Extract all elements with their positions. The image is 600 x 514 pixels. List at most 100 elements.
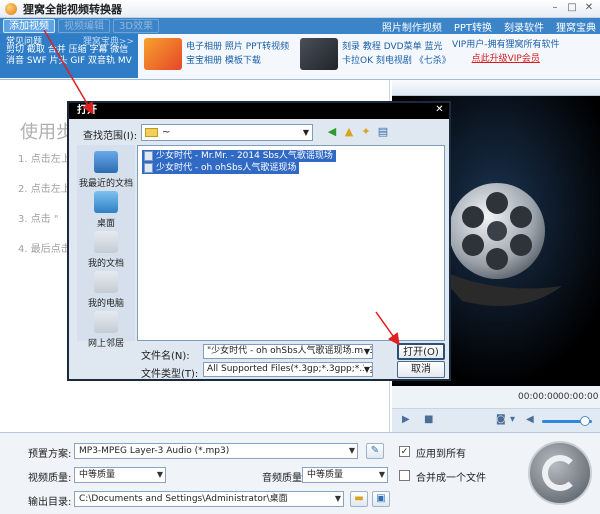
cancel-button[interactable]: 取消 — [397, 361, 445, 378]
chevron-down-icon: ▼ — [334, 494, 341, 503]
apply-all-checkbox[interactable]: ✓ — [399, 446, 410, 457]
place-network[interactable]: 网上邻居 — [77, 311, 135, 349]
recent-docs-icon — [94, 151, 118, 173]
step-3: 3. 点击 " — [18, 214, 59, 225]
chevron-down-icon: ▼ — [363, 345, 370, 358]
chevron-down-icon: ▼ — [378, 470, 385, 479]
filename-input[interactable]: "少女时代 - oh ohSbs人气歌谣现场.mp3" ▼ — [203, 344, 373, 359]
output-dir-value: C:\Documents and Settings\Administrator\… — [79, 494, 288, 504]
network-icon — [94, 311, 118, 333]
folder-icon — [145, 128, 158, 137]
merge-checkbox[interactable] — [399, 470, 410, 481]
promo-album[interactable]: 电子相册 照片 PPT转视频 宝宝相册 模板下载 — [144, 38, 289, 70]
title-bar: 狸窝全能视频转换器 – □ ✕ — [0, 0, 600, 18]
place-my-docs[interactable]: 我的文档 — [77, 231, 135, 269]
usage-title: 使用步 — [20, 122, 74, 143]
file-item-label: 少女时代 - oh ohSbs人气歌谣现场 — [156, 163, 297, 173]
preset-value: MP3-MPEG Layer-3 Audio (*.mp3) — [79, 446, 230, 456]
burn-software-link[interactable]: 刻录软件 — [504, 19, 544, 34]
add-video-button[interactable]: 添加视频 — [3, 19, 55, 33]
preset-label: 预置方案: — [28, 449, 72, 460]
chevron-down-icon: ▼ — [363, 363, 370, 376]
camera-icon[interactable]: ◙ — [496, 414, 506, 425]
apply-all-label: 应用到所有 — [416, 449, 466, 460]
filetype-select[interactable]: All Supported Files(*.3gp;*.3gpp;*.3g ▼ — [203, 362, 373, 377]
chevron-down-icon: ▼ — [348, 446, 355, 455]
window-controls: – □ ✕ — [548, 2, 596, 15]
file-list[interactable]: 少女时代 - Mr.Mr. - 2014 Sbs人气歌谣现场 少女时代 - oh… — [137, 145, 445, 341]
ad-banner: 常见问题 狸窝宝典>> 剪切 截取 合并 压缩 字幕 微信 消音 SWF 片头 … — [0, 34, 600, 80]
time-end: 00:00:00 — [558, 392, 599, 402]
filetype-label: 文件类型(T): — [141, 369, 199, 380]
photo-video-link[interactable]: 照片制作视频 — [382, 19, 442, 34]
vip-upgrade-link[interactable]: 点此升级VIP会员 — [452, 52, 560, 66]
place-desktop[interactable]: 桌面 — [77, 191, 135, 229]
play-icon[interactable]: ▶ — [402, 414, 410, 425]
file-item-label: 少女时代 - Mr.Mr. - 2014 Sbs人气歌谣现场 — [156, 151, 333, 161]
step-1: 1. 点击左上 — [18, 154, 71, 165]
preset-select[interactable]: MP3-MPEG Layer-3 Audio (*.mp3) ▼ — [74, 443, 358, 459]
stop-icon[interactable]: ■ — [424, 414, 433, 425]
filename-value: "少女时代 - oh ohSbs人气歌谣现场.mp3" — [207, 346, 373, 356]
lookin-select[interactable]: ~ ▼ — [141, 124, 313, 141]
filetype-value: All Supported Files(*.3gp;*.3gpp;*.3g — [207, 364, 373, 374]
camera-dropdown-icon[interactable]: ▾ — [510, 414, 515, 425]
audio-quality-value: 中等质量 — [307, 470, 344, 480]
file-item[interactable]: 少女时代 - Mr.Mr. - 2014 Sbs人气歌谣现场 — [142, 150, 336, 162]
video-edit-button[interactable]: 视频编辑 — [58, 19, 110, 33]
up-folder-icon[interactable]: ▲ — [342, 125, 356, 139]
file-item[interactable]: 少女时代 - oh ohSbs人气歌谣现场 — [142, 162, 300, 174]
step-4: 4. 最后点击 — [18, 244, 71, 255]
place-recent[interactable]: 我最近的文档 — [77, 151, 135, 189]
time-row: 00:00:00 00:00:00 — [392, 386, 600, 408]
time-start: 00:00:00 — [518, 392, 559, 402]
vip-promo[interactable]: VIP用户-拥有狸窝所有软件 点此升级VIP会员 — [452, 38, 560, 66]
open-folder-button[interactable]: ▣ — [372, 491, 390, 507]
new-folder-icon[interactable]: ✦ — [359, 125, 373, 139]
place-my-computer[interactable]: 我的电脑 — [77, 271, 135, 309]
faq-panel: 常见问题 狸窝宝典>> 剪切 截取 合并 压缩 字幕 微信 消音 SWF 片头 … — [0, 34, 138, 78]
browse-folder-button[interactable]: ▬ — [350, 491, 368, 507]
vip-line1: VIP用户-拥有狸窝所有软件 — [452, 40, 560, 50]
promo-burn[interactable]: 刻录 教程 DVD菜单 蓝光 卡拉OK 刻电视剧 《七杀》 — [300, 38, 451, 70]
place-network-label: 网上邻居 — [87, 339, 124, 349]
volume-knob[interactable] — [580, 416, 590, 426]
faq-links-row-2[interactable]: 消音 SWF 片头 GIF 双音轨 MV — [6, 56, 138, 67]
maximize-icon[interactable]: □ — [565, 2, 579, 15]
media-file-icon — [144, 151, 153, 161]
merge-label: 合并成一个文件 — [416, 473, 486, 484]
output-dir-label: 输出目录: — [28, 497, 72, 508]
3d-effect-button[interactable]: 3D效果 — [113, 19, 160, 33]
dialog-title: 打开 — [69, 103, 449, 119]
liwo-guide-link[interactable]: 狸窝宝典 — [556, 19, 596, 34]
my-computer-icon — [94, 271, 118, 293]
filename-label: 文件名(N): — [141, 351, 190, 362]
promo-burn-line1: 刻录 教程 DVD菜单 蓝光 — [342, 42, 443, 52]
faq-links-row-1[interactable]: 剪切 截取 合并 压缩 字幕 微信 — [6, 45, 138, 56]
toolbar-links: 照片制作视频 PPT转换 刻录软件 狸窝宝典 — [382, 18, 596, 34]
media-file-icon — [144, 163, 153, 173]
dialog-nav-icons: ◀ ▲ ✦ ▤ — [325, 125, 390, 139]
minimize-icon[interactable]: – — [548, 2, 562, 15]
open-file-dialog: 打开 ✕ 查找范围(I): ~ ▼ ◀ ▲ ✦ ▤ 我最近的文档 桌面 我的文档… — [67, 101, 451, 381]
app-logo-icon — [5, 2, 17, 15]
ppt-convert-link[interactable]: PPT转换 — [454, 19, 492, 34]
my-documents-icon — [94, 231, 118, 253]
audio-quality-select[interactable]: 中等质量 ▼ — [302, 467, 388, 483]
convert-button[interactable] — [528, 441, 592, 505]
faq-more-link[interactable]: 狸窝宝典>> — [83, 34, 134, 47]
output-dir-input[interactable]: C:\Documents and Settings\Administrator\… — [74, 491, 344, 507]
video-quality-select[interactable]: 中等质量 ▼ — [74, 467, 166, 483]
view-menu-icon[interactable]: ▤ — [376, 125, 390, 139]
faq-title[interactable]: 常见问题 — [6, 34, 42, 47]
places-bar: 我最近的文档 桌面 我的文档 我的电脑 网上邻居 — [77, 145, 135, 349]
volume-icon[interactable]: ◀ — [526, 414, 534, 425]
close-icon[interactable]: ✕ — [582, 2, 596, 15]
open-button[interactable]: 打开(O) — [397, 343, 445, 360]
back-icon[interactable]: ◀ — [325, 125, 339, 139]
dialog-close-icon[interactable]: ✕ — [433, 104, 446, 116]
wrench-settings-button[interactable]: ✎ — [366, 443, 384, 459]
video-quality-label: 视频质量: — [28, 473, 72, 484]
lookin-value: ~ — [162, 127, 171, 138]
place-desktop-label: 桌面 — [96, 219, 115, 229]
